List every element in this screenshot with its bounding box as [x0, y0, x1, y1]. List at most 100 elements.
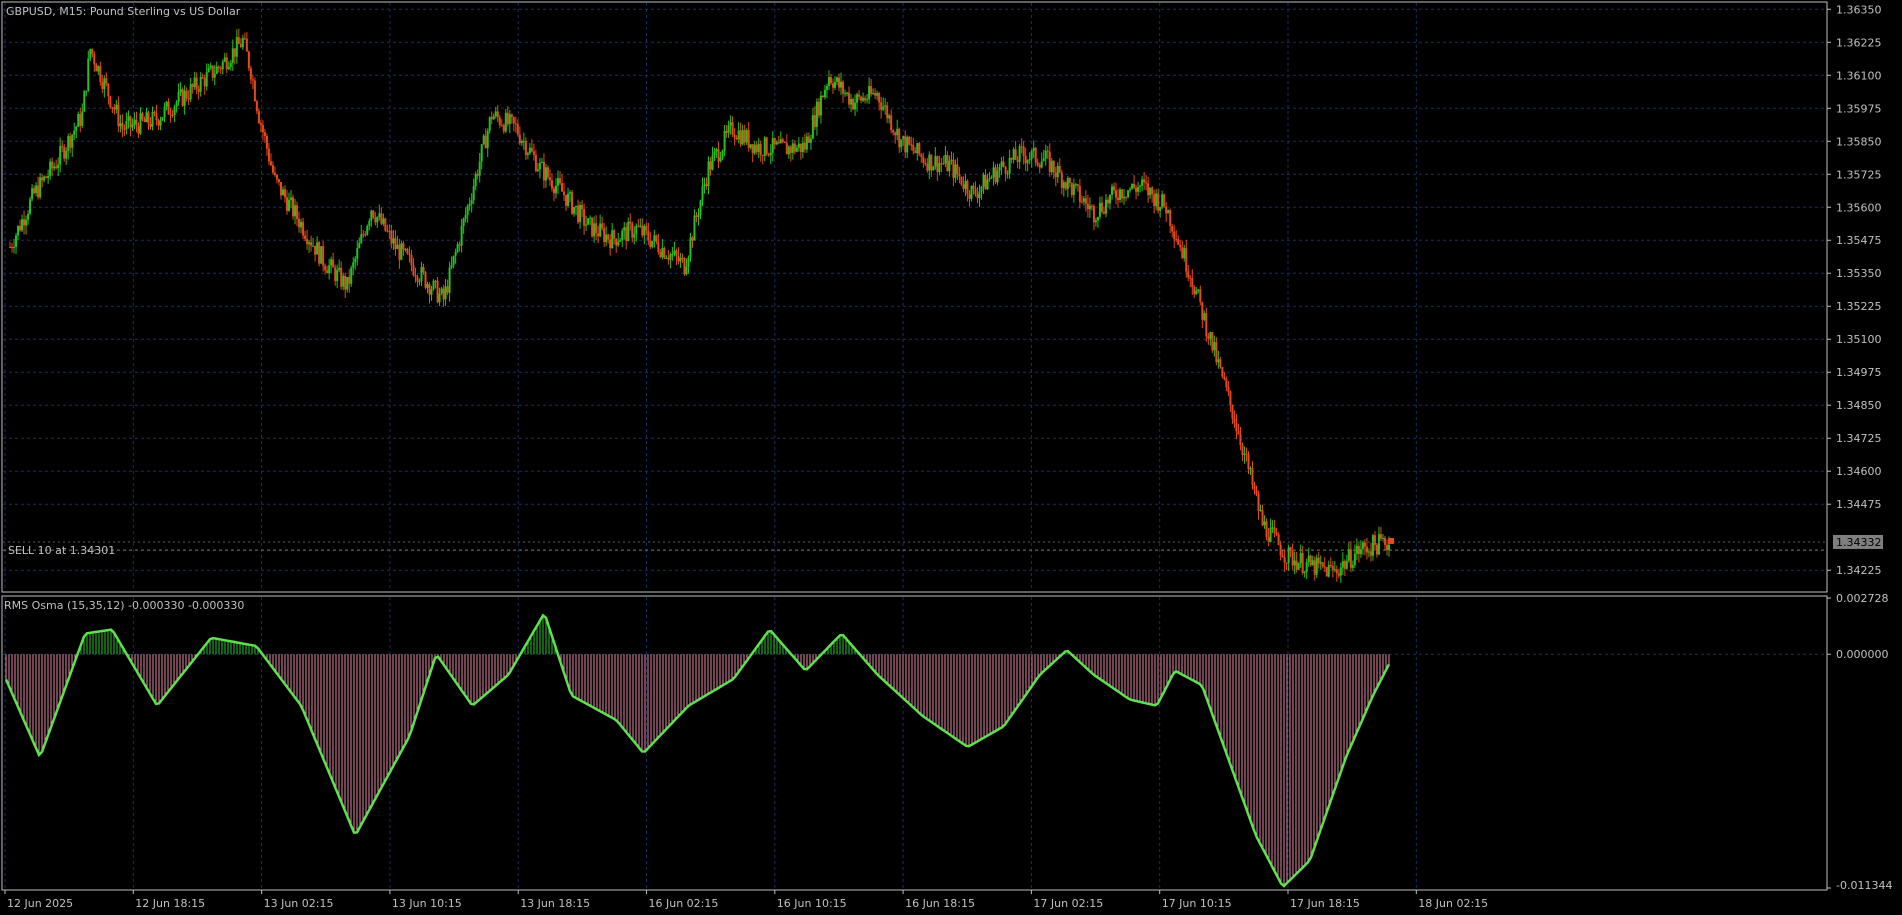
candle-bear [936, 156, 939, 172]
candle-bear [890, 115, 893, 131]
candle-bear [1239, 434, 1242, 446]
candle-bull [1137, 187, 1140, 192]
osma-tick-label: 0.000000 [1836, 648, 1889, 661]
current-price-tag: 1.34332 [1833, 534, 1883, 549]
candle-bull [982, 174, 985, 187]
candle-bull [231, 48, 234, 63]
price-tick-label: 1.35350 [1836, 267, 1882, 280]
candle-bull [948, 160, 951, 172]
candle-bear [283, 189, 286, 198]
candle-bull [689, 237, 692, 258]
candle-bull [366, 225, 369, 235]
candle-bear [918, 143, 921, 155]
candle-bull [964, 180, 967, 189]
candle-bull [396, 244, 399, 250]
candle-bear [731, 122, 734, 135]
candle-bull [370, 210, 373, 221]
candle-bear [874, 92, 877, 96]
candle-bull [593, 223, 596, 237]
candle-bull [988, 178, 991, 180]
candle-bear [683, 258, 686, 275]
candle-bear [181, 89, 184, 106]
price-tick-label: 1.35600 [1836, 201, 1882, 214]
candle-bear [958, 174, 961, 177]
candle-bull [617, 241, 620, 246]
candle-bull [980, 186, 983, 192]
candle-bear [1245, 453, 1248, 455]
candle-bear [1165, 206, 1168, 214]
candle-bear [211, 65, 214, 78]
candle-bull [986, 179, 989, 190]
candle-bull [896, 128, 899, 136]
candle-bear [55, 166, 58, 169]
candle-bull [944, 154, 947, 164]
candle-bear [406, 248, 409, 254]
candle-bull [360, 234, 363, 243]
candle-bull [579, 205, 582, 223]
candle-bear [296, 205, 299, 219]
time-tick-label: 18 Jun 02:15 [1418, 897, 1488, 910]
candle-bull [621, 230, 624, 240]
candle-bull [1249, 468, 1252, 470]
candle-bear [111, 107, 114, 109]
candle-bear [1177, 239, 1180, 245]
candle-bear [647, 230, 650, 241]
candle-bear [892, 130, 895, 133]
candle-bull [928, 154, 931, 171]
candle-bull [605, 234, 608, 242]
candle-bear [334, 267, 337, 282]
candle-bear [1112, 186, 1115, 191]
candle-bear [394, 238, 397, 250]
candle-bear [783, 141, 786, 143]
candle-bull [151, 112, 154, 127]
candle-bull [31, 188, 34, 200]
candle-bear [532, 151, 535, 156]
candle-bear [838, 77, 841, 88]
candle-bull [1209, 332, 1212, 339]
candle-bear [410, 254, 413, 266]
candle-bull [795, 147, 798, 152]
candle-bull [300, 221, 303, 228]
candle-bull [1096, 216, 1099, 221]
candle-bear [107, 83, 110, 97]
candle-bear [1331, 565, 1334, 571]
candle-bear [1086, 203, 1089, 210]
candle-bear [799, 143, 802, 153]
candle-bull [1030, 150, 1033, 159]
candle-bull [177, 92, 180, 103]
candle-bear [793, 143, 796, 152]
candle-bear [817, 101, 820, 116]
candle-bull [464, 214, 467, 219]
candle-bull [492, 116, 495, 120]
candle-bear [251, 79, 254, 81]
candle-bull [520, 141, 523, 144]
candle-bull [165, 101, 168, 107]
candle-bear [1223, 376, 1226, 380]
candle-bear [1283, 557, 1286, 563]
candle-bull [316, 242, 319, 255]
candle-bull [103, 78, 106, 89]
candle-bull [573, 207, 576, 214]
price-tick-label: 1.34475 [1836, 498, 1882, 511]
candle-bull [29, 199, 32, 214]
candle-bull [727, 125, 730, 133]
candle-bull [1159, 206, 1162, 211]
candle-bull [763, 137, 766, 157]
candle-bull [480, 144, 483, 162]
candle-bull [711, 155, 714, 170]
candle-bull [1259, 510, 1262, 512]
candle-bear [1201, 301, 1204, 320]
candle-bear [498, 117, 501, 125]
osma-label: RMS Osma (15,35,12) -0.000330 -0.000330 [4, 599, 244, 612]
candle-bull [223, 57, 226, 62]
candle-bull [444, 286, 447, 300]
candle-bull [990, 177, 993, 179]
candle-bull [528, 147, 531, 154]
candle-bull [21, 219, 24, 231]
candle-bull [1094, 220, 1097, 223]
candle-bear [542, 161, 545, 181]
price-tick-label: 1.34725 [1836, 432, 1882, 445]
candle-bull [25, 219, 28, 226]
candle-bear [1143, 179, 1146, 183]
trading-chart[interactable]: SELL 10 at 1.34301 GBPUSD, M15: Pound St… [0, 0, 1902, 915]
